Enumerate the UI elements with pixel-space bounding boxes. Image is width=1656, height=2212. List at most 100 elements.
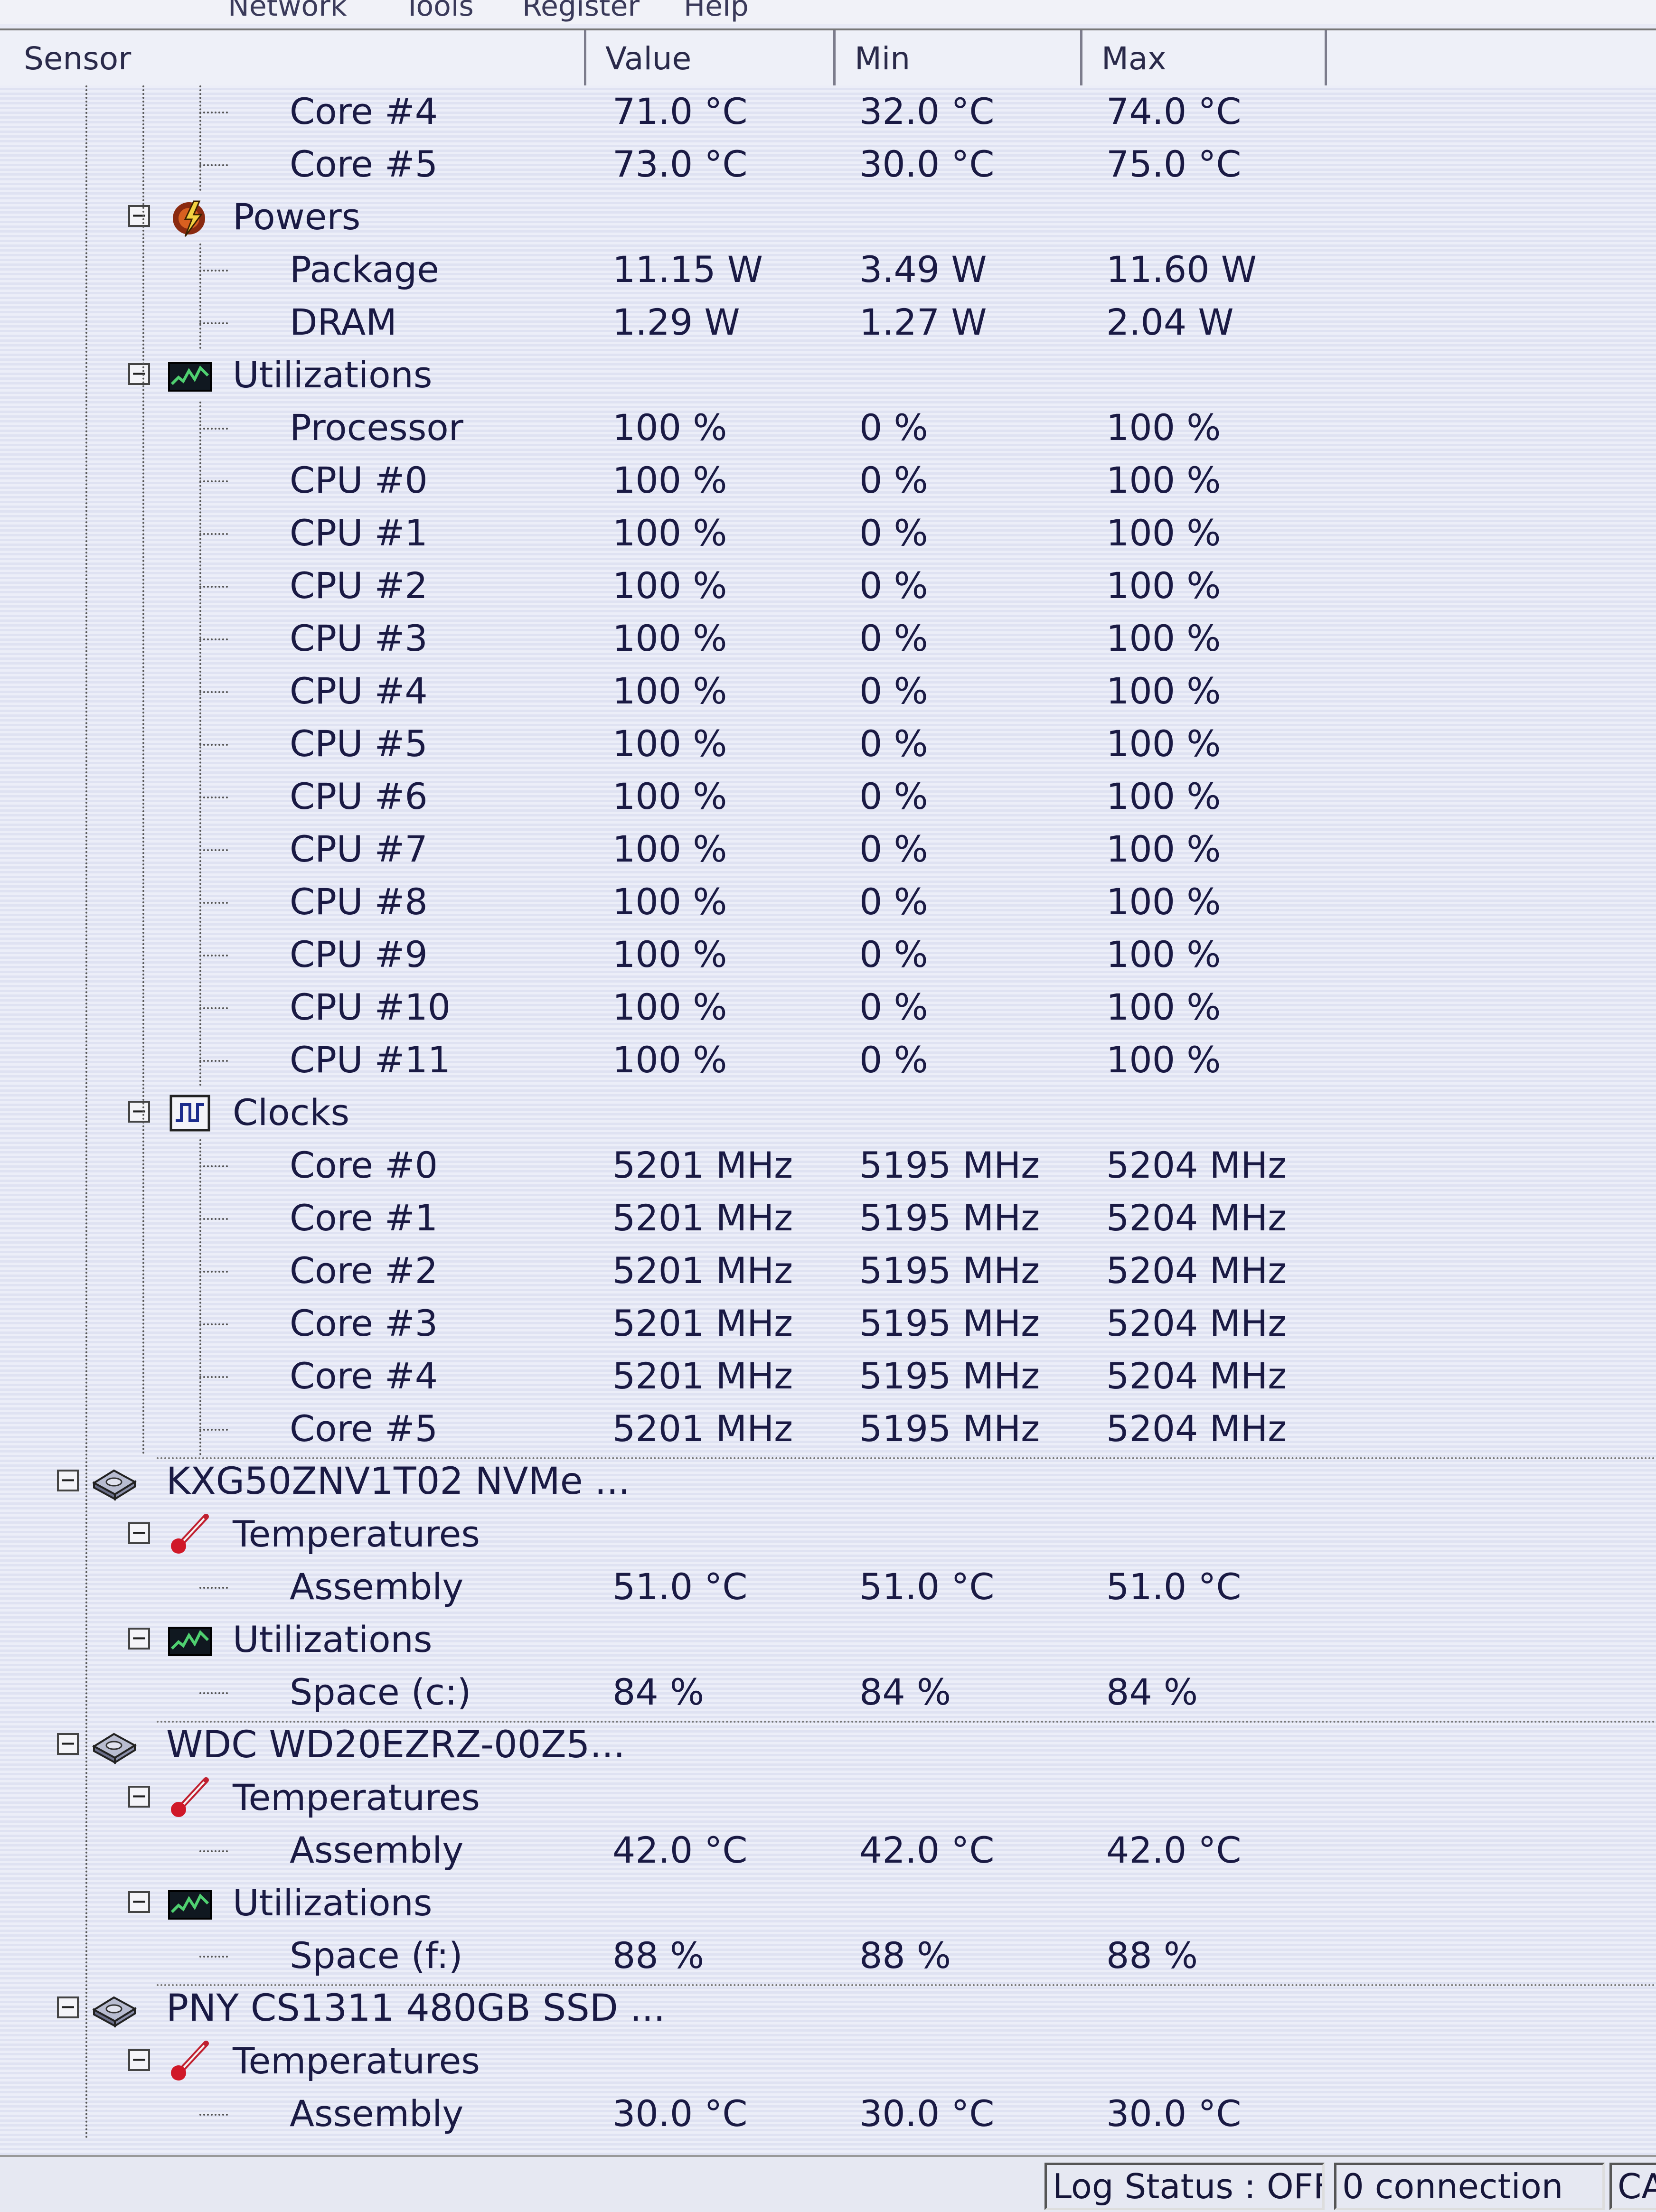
utilization-icon bbox=[166, 1618, 214, 1661]
sensor-row[interactable]: Core #1 5201 MHz 5195 MHz 5204 MHz bbox=[0, 1192, 1656, 1244]
group-row[interactable]: − Temperatures bbox=[0, 1771, 1656, 1824]
sensor-label: Processor bbox=[290, 406, 464, 449]
value-cell: 5201 MHz bbox=[612, 1407, 793, 1450]
collapse-toggle[interactable]: − bbox=[57, 1468, 79, 1491]
sensor-row[interactable]: CPU #9 100 % 0 % 100 % bbox=[0, 928, 1656, 981]
collapse-toggle[interactable]: − bbox=[128, 2047, 150, 2071]
menu-tools[interactable]: Tools bbox=[404, 0, 474, 23]
sensor-row[interactable]: Core #5 73.0 °C 30.0 °C 75.0 °C bbox=[0, 138, 1656, 190]
sensor-row[interactable]: Core #2 5201 MHz 5195 MHz 5204 MHz bbox=[0, 1245, 1656, 1297]
sensor-row[interactable]: Assembly 51.0 °C 51.0 °C 51.0 °C bbox=[0, 1561, 1656, 1613]
value-cell: 100 % bbox=[612, 670, 727, 712]
column-min[interactable]: Min bbox=[836, 30, 1082, 87]
tree-connector bbox=[199, 1165, 228, 1167]
group-row[interactable]: − Clocks bbox=[0, 1087, 1656, 1139]
collapse-toggle[interactable]: − bbox=[128, 1784, 150, 1808]
sensor-row[interactable]: Assembly 42.0 °C 42.0 °C 42.0 °C bbox=[0, 1824, 1656, 1876]
value-cell: 100 % bbox=[612, 512, 727, 554]
menu-help[interactable]: Help bbox=[684, 0, 749, 23]
tree-connector bbox=[199, 691, 228, 693]
sensor-row[interactable]: Core #4 5201 MHz 5195 MHz 5204 MHz bbox=[0, 1350, 1656, 1402]
max-cell: 100 % bbox=[1106, 775, 1221, 817]
collapse-toggle[interactable]: − bbox=[128, 361, 150, 385]
min-cell: 30.0 °C bbox=[859, 2092, 995, 2135]
collapse-toggle[interactable]: − bbox=[57, 1731, 79, 1755]
sensor-row[interactable]: CPU #11 100 % 0 % 100 % bbox=[0, 1034, 1656, 1086]
collapse-toggle[interactable]: − bbox=[128, 1099, 150, 1123]
max-cell: 51.0 °C bbox=[1106, 1565, 1242, 1608]
max-cell: 100 % bbox=[1106, 406, 1221, 449]
max-cell: 5204 MHz bbox=[1106, 1407, 1287, 1450]
value-cell: 5201 MHz bbox=[612, 1249, 793, 1292]
collapse-toggle[interactable]: − bbox=[128, 203, 150, 227]
sensor-row[interactable]: Space (f:) 88 % 88 % 88 % bbox=[0, 1930, 1656, 1982]
max-cell: 100 % bbox=[1106, 617, 1221, 659]
tree-connector bbox=[199, 849, 228, 851]
tree-guide-line bbox=[199, 85, 201, 191]
sensor-row[interactable]: CPU #4 100 % 0 % 100 % bbox=[0, 665, 1656, 717]
sensor-row[interactable]: CPU #10 100 % 0 % 100 % bbox=[0, 981, 1656, 1033]
max-cell: 5204 MHz bbox=[1106, 1197, 1287, 1239]
drive-icon bbox=[90, 1460, 138, 1503]
tree-guide-line bbox=[199, 1139, 201, 1455]
device-row[interactable]: − PNY CS1311 480GB SSD ... bbox=[0, 1982, 1656, 2034]
sensor-row[interactable]: CPU #6 100 % 0 % 100 % bbox=[0, 770, 1656, 823]
tree-connector bbox=[199, 744, 228, 746]
sensor-row[interactable]: CPU #8 100 % 0 % 100 % bbox=[0, 876, 1656, 928]
collapse-toggle[interactable]: − bbox=[57, 1995, 79, 2018]
device-row[interactable]: − KXG50ZNV1T02 NVMe ... bbox=[0, 1455, 1656, 1508]
max-cell: 100 % bbox=[1106, 512, 1221, 554]
group-row[interactable]: − Temperatures bbox=[0, 1508, 1656, 1560]
sensor-row[interactable]: CPU #2 100 % 0 % 100 % bbox=[0, 560, 1656, 612]
sensor-row[interactable]: Space (c:) 84 % 84 % 84 % bbox=[0, 1666, 1656, 1718]
group-row[interactable]: − Utilizations bbox=[0, 1613, 1656, 1666]
max-cell: 84 % bbox=[1106, 1671, 1198, 1713]
column-value[interactable]: Value bbox=[586, 30, 836, 87]
sensor-row[interactable]: Core #3 5201 MHz 5195 MHz 5204 MHz bbox=[0, 1297, 1656, 1350]
min-cell: 0 % bbox=[859, 564, 928, 607]
sensor-row[interactable]: Package 11.15 W 3.49 W 11.60 W bbox=[0, 244, 1656, 296]
min-cell: 0 % bbox=[859, 1039, 928, 1081]
max-cell: 88 % bbox=[1106, 1934, 1198, 1977]
max-cell: 100 % bbox=[1106, 722, 1221, 765]
device-row[interactable]: − WDC WD20EZRZ-00Z5... bbox=[0, 1719, 1656, 1771]
collapse-toggle[interactable]: − bbox=[128, 1520, 150, 1544]
sensor-row[interactable]: DRAM 1.29 W 1.27 W 2.04 W bbox=[0, 296, 1656, 348]
sensor-label: CPU #10 bbox=[290, 986, 451, 1028]
column-sensor[interactable]: Sensor bbox=[0, 30, 586, 87]
tree-connector bbox=[199, 1429, 228, 1431]
sensor-row[interactable]: Assembly 30.0 °C 30.0 °C 30.0 °C bbox=[0, 2088, 1656, 2140]
sensor-row[interactable]: CPU #7 100 % 0 % 100 % bbox=[0, 823, 1656, 875]
menu-register[interactable]: Register bbox=[522, 0, 640, 23]
sensor-row[interactable]: CPU #1 100 % 0 % 100 % bbox=[0, 507, 1656, 559]
sensor-row[interactable]: CPU #3 100 % 0 % 100 % bbox=[0, 612, 1656, 665]
tree-guide-line bbox=[199, 402, 201, 1087]
sensor-row[interactable]: Core #4 71.0 °C 32.0 °C 74.0 °C bbox=[0, 85, 1656, 138]
sensor-row[interactable]: CPU #5 100 % 0 % 100 % bbox=[0, 718, 1656, 770]
sensor-row[interactable]: Processor 100 % 0 % 100 % bbox=[0, 402, 1656, 454]
group-row[interactable]: − Powers bbox=[0, 191, 1656, 243]
max-cell: 100 % bbox=[1106, 670, 1221, 712]
sensor-row[interactable]: Core #0 5201 MHz 5195 MHz 5204 MHz bbox=[0, 1139, 1656, 1191]
column-max[interactable]: Max bbox=[1082, 30, 1327, 87]
sensor-label: CPU #3 bbox=[290, 617, 428, 659]
sensor-row[interactable]: Core #5 5201 MHz 5195 MHz 5204 MHz bbox=[0, 1403, 1656, 1455]
menu-network[interactable]: Network bbox=[228, 0, 347, 23]
group-row[interactable]: − Utilizations bbox=[0, 1877, 1656, 1929]
sensor-row[interactable]: CPU #0 100 % 0 % 100 % bbox=[0, 454, 1656, 506]
sensor-label: CPU #11 bbox=[290, 1039, 451, 1081]
log-status: Log Status : OFF bbox=[1044, 2163, 1325, 2210]
group-row[interactable]: − Utilizations bbox=[0, 349, 1656, 401]
value-cell: 88 % bbox=[612, 1934, 705, 1977]
tree-connector bbox=[199, 480, 228, 482]
max-cell: 100 % bbox=[1106, 933, 1221, 975]
tree-connector bbox=[199, 797, 228, 798]
value-cell: 1.29 W bbox=[612, 301, 740, 343]
tree-connector bbox=[199, 1956, 228, 1958]
sensor-label: Space (c:) bbox=[290, 1671, 471, 1713]
collapse-toggle[interactable]: − bbox=[128, 1889, 150, 1913]
min-cell: 0 % bbox=[859, 881, 928, 923]
group-row[interactable]: − Temperatures bbox=[0, 2035, 1656, 2087]
collapse-toggle[interactable]: − bbox=[128, 1626, 150, 1650]
value-cell: 11.15 W bbox=[612, 248, 763, 291]
